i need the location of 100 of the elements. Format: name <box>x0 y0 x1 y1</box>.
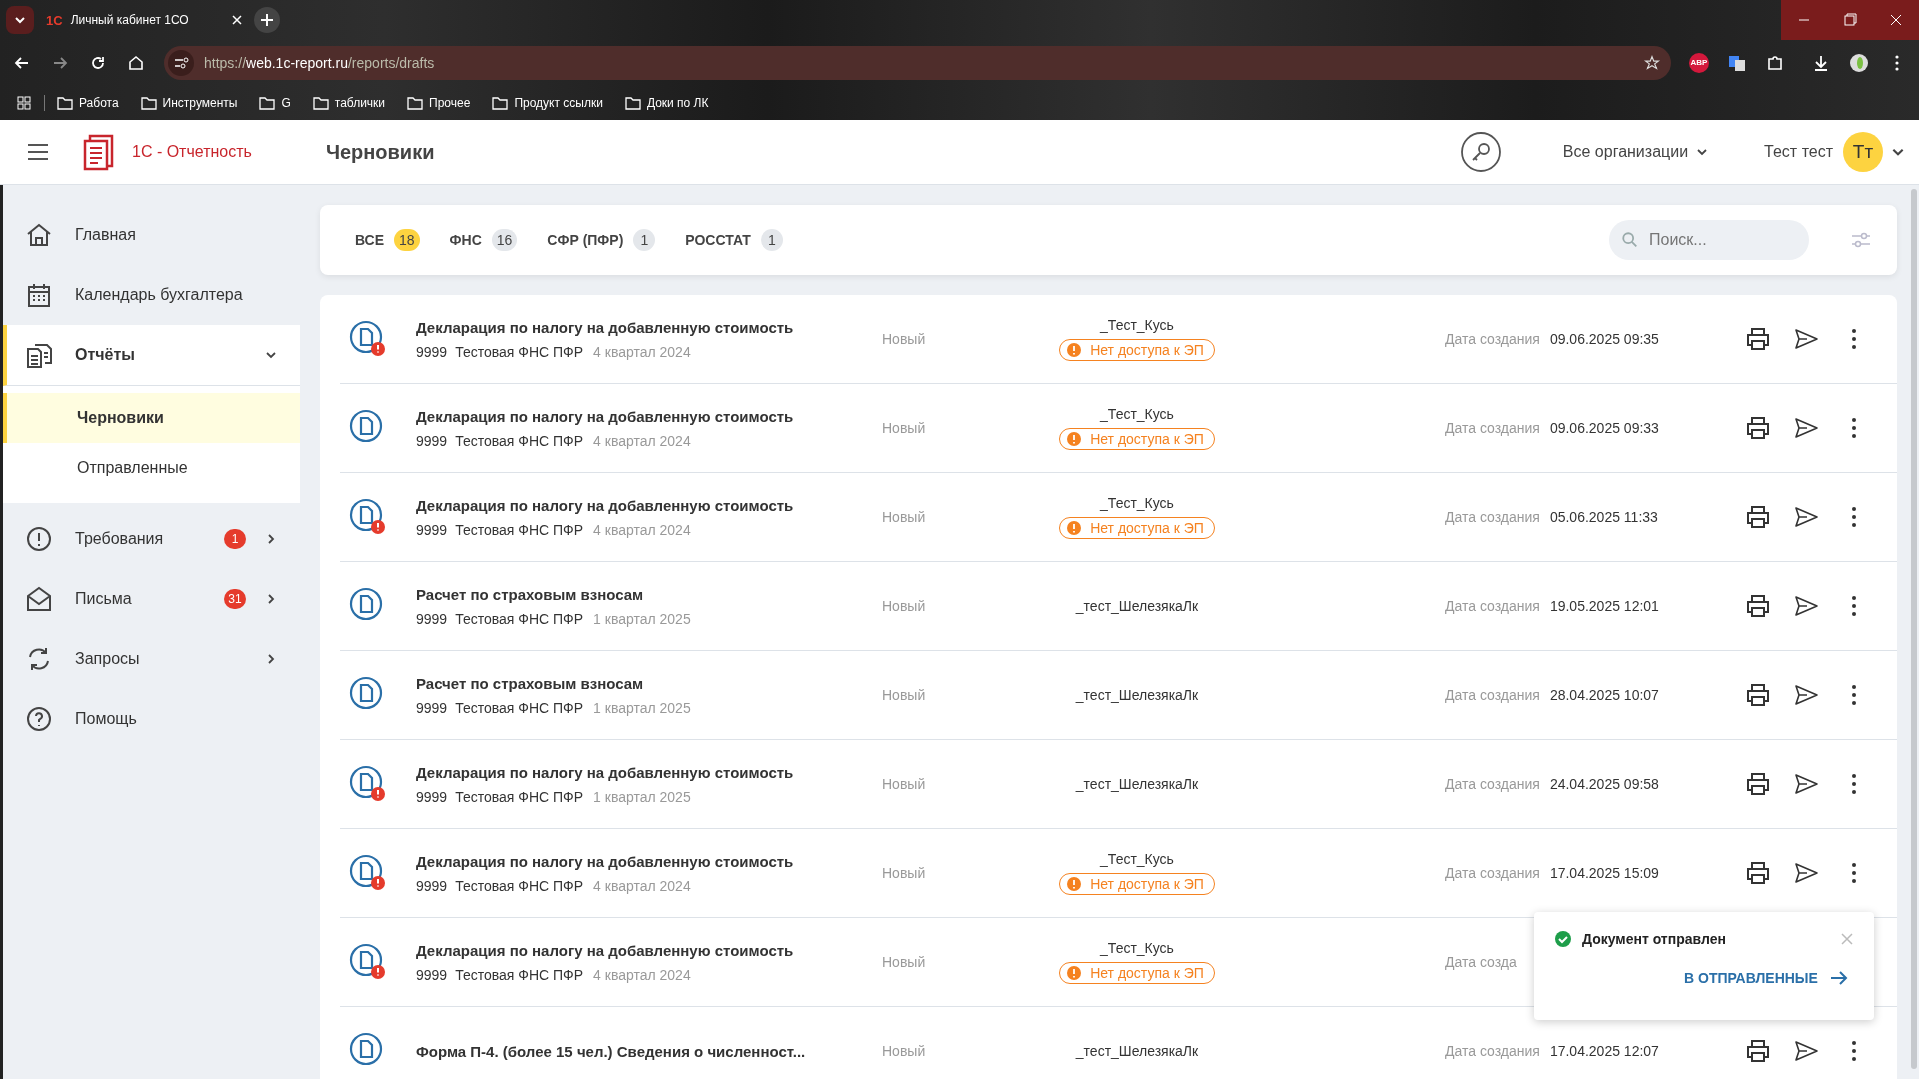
print-icon[interactable] <box>1745 682 1771 708</box>
report-title[interactable]: Декларация по налогу на добавленную стоимость <box>416 407 882 425</box>
print-icon[interactable] <box>1745 771 1771 797</box>
signer-name: _Тест_Кусь <box>1100 940 1174 956</box>
site-settings-icon[interactable] <box>168 49 194 76</box>
scrollbar[interactable] <box>1911 189 1917 1069</box>
report-title[interactable]: Расчет по страховым взносам <box>416 585 882 603</box>
bookmark[interactable]: Продукт ссылки <box>492 95 603 110</box>
org-name: Тестовая ФНС ПФР <box>455 877 584 894</box>
sidebar-item[interactable]: Требования 1 <box>3 509 300 569</box>
date-value: 17.04.2025 15:09 <box>1549 865 1659 881</box>
send-icon[interactable] <box>1793 504 1819 530</box>
sidebar-item[interactable]: Помощь <box>3 689 300 749</box>
report-period: 1 квартал 2025 <box>593 610 691 627</box>
report-period: 4 квартал 2024 <box>593 432 691 449</box>
date-value: 17.04.2025 12:07 <box>1549 1043 1659 1059</box>
toast-message: Документ отправлен <box>1582 931 1727 947</box>
report-period: 4 квартал 2024 <box>593 877 691 894</box>
bookmark[interactable]: Работа <box>57 95 119 110</box>
filter-tab[interactable]: СФР (ПФР) 1 <box>547 229 656 251</box>
print-icon[interactable] <box>1745 1038 1771 1064</box>
report-title[interactable]: Форма П-4. (более 15 чел.) Сведения о численност... <box>416 1042 882 1060</box>
date-label: Дата создания <box>1445 331 1540 347</box>
report-row[interactable]: Расчет по страховым взносам 9999 Тестовая ФНС ПФР 1 квартал 2025 Новый _тест_ШелезякаЛк Дата создания 19.05.2025 12:01 <box>340 562 1897 651</box>
report-row[interactable]: Декларация по налогу на добавленную стоимость 9999 Тестовая ФНС ПФР 4 квартал 2024 Новый _Тест_Кусь Нет доступа к ЭП Дата создания 05.06.2025 11:33 <box>340 473 1897 562</box>
report-row[interactable]: Декларация по налогу на добавленную стоимость 9999 Тестовая ФНС ПФР 4 квартал 2024 Новый _Тест_Кусь Нет доступа к ЭП Дата создания 09.06.2025 09:33 <box>340 384 1897 473</box>
browser-tab[interactable]: 1С Личный кабинет 1СО <box>34 0 254 40</box>
report-title[interactable]: Декларация по налогу на добавленную стоимость <box>416 496 882 514</box>
app-name[interactable]: 1С - Отчетность <box>132 143 252 161</box>
status-text: Новый <box>882 687 927 703</box>
new-tab-icon[interactable] <box>254 7 280 33</box>
send-icon[interactable] <box>1793 682 1819 708</box>
date-label: Дата создания <box>1445 420 1540 436</box>
search-field[interactable]: Поиск... <box>1609 220 1809 260</box>
sidebar-item[interactable]: Письма 31 <box>3 569 300 629</box>
date-label: Дата создания <box>1445 776 1540 792</box>
send-icon[interactable] <box>1793 771 1819 797</box>
sidebar-item[interactable]: Отчёты <box>3 325 300 386</box>
sent-link[interactable]: В ОТПРАВЛЕННЫЕ <box>1684 970 1848 986</box>
print-icon[interactable] <box>1745 593 1771 619</box>
org-name: Тестовая ФНС ПФР <box>455 432 584 449</box>
signer-name: _Тест_Кусь <box>1100 495 1174 511</box>
folder-icon <box>312 95 329 110</box>
tab-title: Личный кабинет 1СО <box>70 13 190 27</box>
report-title[interactable]: Декларация по налогу на добавленную стоимость <box>416 763 882 781</box>
profile-icon[interactable] <box>1849 52 1869 73</box>
send-icon[interactable] <box>1793 415 1819 441</box>
report-title[interactable]: Расчет по страховым взносам <box>416 674 882 692</box>
bookmark[interactable]: таблички <box>312 95 386 110</box>
print-icon[interactable] <box>1745 415 1771 441</box>
adblock-extension[interactable]: ABP <box>1689 52 1709 73</box>
folder-icon <box>492 95 509 110</box>
signer-name: _тест_ШелезякаЛк <box>1075 776 1199 792</box>
print-icon[interactable] <box>1745 326 1771 352</box>
report-row[interactable]: Расчет по страховым взносам 9999 Тестовая ФНС ПФР 1 квартал 2025 Новый _тест_ШелезякаЛк Дата создания 28.04.2025 10:07 <box>340 651 1897 740</box>
report-title[interactable]: Декларация по налогу на добавленную стоимость <box>416 852 882 870</box>
sidebar-item[interactable]: Главная <box>3 205 300 265</box>
send-icon[interactable] <box>1793 860 1819 886</box>
filter-tab[interactable]: ВСЕ 18 <box>355 229 420 251</box>
report-title[interactable]: Декларация по налогу на добавленную стоимость <box>416 941 882 959</box>
send-icon[interactable] <box>1793 593 1819 619</box>
send-icon[interactable] <box>1793 1038 1819 1064</box>
send-icon[interactable] <box>1793 326 1819 352</box>
bookmark[interactable]: G <box>259 95 291 110</box>
arrow-right-icon <box>1829 971 1848 985</box>
print-icon[interactable] <box>1745 860 1771 886</box>
org-code: 9999 <box>416 343 448 360</box>
bookmark[interactable]: Прочее <box>407 95 471 110</box>
date-value: 19.05.2025 12:01 <box>1549 598 1659 614</box>
apps-icon[interactable] <box>16 94 32 111</box>
report-title[interactable]: Декларация по налогу на добавленную стоимость <box>416 318 882 336</box>
report-row[interactable]: Декларация по налогу на добавленную стоимость 9999 Тестовая ФНС ПФР 4 квартал 2024 Новый _Тест_Кусь Нет доступа к ЭП Дата создания 09.06.2025 09:35 <box>340 295 1897 384</box>
sidebar-item[interactable]: Календарь бухгалтера <box>3 265 300 325</box>
sidebar-subitem[interactable]: Черновики <box>3 393 300 443</box>
star-icon[interactable] <box>1643 53 1661 72</box>
tab-search-button[interactable] <box>6 6 34 34</box>
report-row[interactable]: Декларация по налогу на добавленную стоимость 9999 Тестовая ФНС ПФР 1 квартал 2025 Новый _тест_ШелезякаЛк Дата создания 24.04.2025 09:58 <box>340 740 1897 829</box>
address-bar[interactable]: https://web.1c-report.ru/reports/drafts <box>164 45 1671 80</box>
date-label: Дата создания <box>1445 687 1540 703</box>
date-label: Дата созда <box>1445 954 1517 970</box>
organization-dropdown[interactable]: Все организации <box>1556 142 1715 162</box>
success-icon <box>1554 930 1572 948</box>
filter-tab[interactable]: ФНС 16 <box>449 229 518 251</box>
signer-name: _тест_ШелезякаЛк <box>1075 687 1199 703</box>
date-value: 09.06.2025 09:33 <box>1549 420 1659 436</box>
org-name: Тестовая ФНС ПФР <box>455 610 584 627</box>
user-avatar[interactable]: Тт <box>1843 132 1883 172</box>
key-icon[interactable] <box>1460 132 1501 172</box>
bookmark[interactable]: Доки по ЛК <box>624 95 709 110</box>
caret-icon <box>14 14 26 26</box>
filter-tab[interactable]: РОССТАТ 1 <box>685 229 783 251</box>
count-badge: 1 <box>224 529 246 549</box>
status-text: Новый <box>882 331 927 347</box>
bookmark[interactable]: Инструменты <box>140 95 238 110</box>
home-icon <box>25 221 53 249</box>
sidebar-subitem[interactable]: Отправленные <box>3 443 300 493</box>
org-name: Тестовая ФНС ПФР <box>455 699 584 716</box>
report-period: 1 квартал 2025 <box>593 788 691 805</box>
sidebar-item[interactable]: Запросы <box>3 629 300 689</box>
print-icon[interactable] <box>1745 504 1771 530</box>
